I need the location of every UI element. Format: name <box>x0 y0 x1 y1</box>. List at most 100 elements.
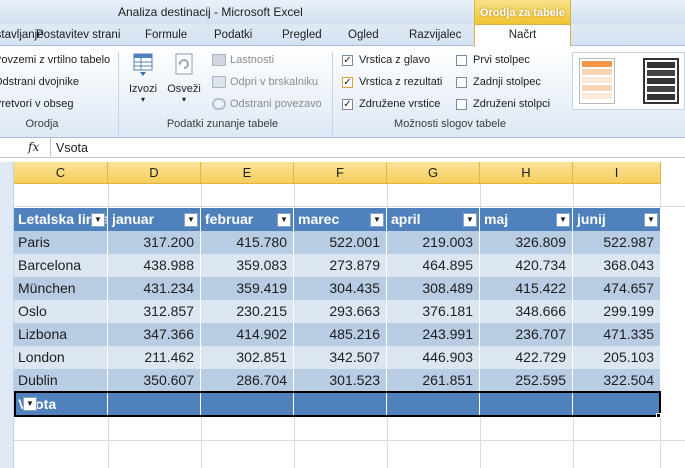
fill-handle[interactable] <box>656 413 661 418</box>
total-cell[interactable] <box>573 391 661 417</box>
table-cell[interactable]: 348.666 <box>480 300 573 323</box>
table-cell[interactable]: 474.657 <box>573 277 661 300</box>
formula-input[interactable]: Vsota <box>56 141 88 155</box>
header-row-checkbox[interactable]: ✓ Vrstica z glavo <box>342 54 430 66</box>
row-label-cell[interactable]: Barcelona <box>14 254 108 277</box>
summarize-pivot-button[interactable]: Povzemi z vrtilno tabelo <box>0 54 110 66</box>
table-cell[interactable]: 422.729 <box>480 346 573 369</box>
table-cell[interactable]: 219.003 <box>387 231 480 254</box>
function-icon[interactable]: fx <box>28 140 39 154</box>
first-column-checkbox[interactable]: Prvi stolpec <box>456 54 530 66</box>
row-label-cell[interactable]: München <box>14 277 108 300</box>
tab-ogled[interactable]: Ogled <box>348 29 379 41</box>
row-label-cell[interactable]: Lizbona <box>14 323 108 346</box>
table-style-orange[interactable] <box>579 58 615 104</box>
total-cell[interactable] <box>201 391 294 417</box>
table-cell[interactable]: 350.607 <box>108 369 201 392</box>
table-cell[interactable]: 420.734 <box>480 254 573 277</box>
table-cell[interactable]: 342.507 <box>294 346 387 369</box>
table-cell[interactable]: 359.083 <box>201 254 294 277</box>
table-cell[interactable]: 252.595 <box>480 369 573 392</box>
table-cell[interactable]: 414.902 <box>201 323 294 346</box>
filter-dropdown-icon[interactable]: ▼ <box>556 213 570 227</box>
table-cell[interactable]: 301.523 <box>294 369 387 392</box>
table-header-cell[interactable]: januar ▼ <box>108 208 201 231</box>
filter-dropdown-icon[interactable]: ▼ <box>463 213 477 227</box>
table-cell[interactable]: 464.895 <box>387 254 480 277</box>
tab-razvijalec[interactable]: Razvijalec <box>409 29 461 41</box>
table-cell[interactable]: 261.851 <box>387 369 480 392</box>
filter-dropdown-icon[interactable]: ▼ <box>644 213 658 227</box>
table-cell[interactable]: 368.043 <box>573 254 661 277</box>
tab-postavitev-strani[interactable]: Postavitev strani <box>36 29 120 41</box>
column-header-d[interactable]: D <box>108 162 201 184</box>
convert-range-button[interactable]: Pretvori v obseg <box>0 98 73 110</box>
total-cell[interactable] <box>480 391 573 417</box>
table-cell[interactable]: 236.707 <box>480 323 573 346</box>
unlink-button[interactable]: Odstrani povezavo <box>212 98 322 110</box>
total-cell[interactable] <box>387 391 480 417</box>
open-browser-button[interactable]: Odpri v brskalniku <box>212 76 318 88</box>
table-header-cell[interactable]: junij ▼ <box>573 208 661 231</box>
table-cell[interactable]: 302.851 <box>201 346 294 369</box>
total-dropdown-icon[interactable]: ▼ <box>23 397 37 411</box>
column-header-e[interactable]: E <box>201 162 294 184</box>
table-cell[interactable]: 286.704 <box>201 369 294 392</box>
table-cell[interactable]: 230.215 <box>201 300 294 323</box>
filter-dropdown-icon[interactable]: ▼ <box>277 213 291 227</box>
table-cell[interactable]: 359.419 <box>201 277 294 300</box>
table-cell[interactable]: 376.181 <box>387 300 480 323</box>
filter-dropdown-icon[interactable]: ▼ <box>184 213 198 227</box>
table-cell[interactable]: 431.234 <box>108 277 201 300</box>
table-cell[interactable]: 273.879 <box>294 254 387 277</box>
column-header-i[interactable]: I <box>573 162 661 184</box>
properties-button[interactable]: Lastnosti <box>212 54 274 66</box>
total-cell[interactable] <box>294 391 387 417</box>
column-header-g[interactable]: G <box>387 162 480 184</box>
table-cell[interactable]: 293.663 <box>294 300 387 323</box>
row-label-cell[interactable]: Dublin <box>14 369 108 392</box>
table-cell[interactable]: 205.103 <box>573 346 661 369</box>
table-header-cell[interactable]: februar ▼ <box>201 208 294 231</box>
row-label-cell[interactable]: Paris <box>14 231 108 254</box>
table-cell[interactable]: 308.489 <box>387 277 480 300</box>
column-header-f[interactable]: F <box>294 162 387 184</box>
row-label-cell[interactable]: Oslo <box>14 300 108 323</box>
filter-dropdown-icon[interactable]: ▼ <box>370 213 384 227</box>
total-cell[interactable] <box>108 391 201 417</box>
table-cell[interactable]: 299.199 <box>573 300 661 323</box>
table-cell[interactable]: 211.462 <box>108 346 201 369</box>
tab-podatki[interactable]: Podatki <box>214 29 252 41</box>
table-cell[interactable]: 522.987 <box>573 231 661 254</box>
tab-pregled[interactable]: Pregled <box>282 29 322 41</box>
remove-duplicates-button[interactable]: Odstrani dvojnike <box>0 76 79 88</box>
table-cell[interactable]: 522.001 <box>294 231 387 254</box>
table-cell[interactable]: 438.988 <box>108 254 201 277</box>
table-style-black[interactable] <box>643 58 679 104</box>
table-cell[interactable]: 312.857 <box>108 300 201 323</box>
table-header-cell[interactable]: maj ▼ <box>480 208 573 231</box>
table-cell[interactable]: 446.903 <box>387 346 480 369</box>
table-cell[interactable]: 304.435 <box>294 277 387 300</box>
export-button[interactable]: Izvozi ▾ <box>126 52 160 104</box>
column-header-h[interactable]: H <box>480 162 573 184</box>
row-label-cell[interactable]: London <box>14 346 108 369</box>
filter-dropdown-icon[interactable]: ▼ <box>91 213 105 227</box>
total-row-checkbox[interactable]: ✓ Vrstica z rezultati <box>342 76 442 88</box>
table-cell[interactable]: 322.504 <box>573 369 661 392</box>
total-label-cell[interactable]: Vsota ▼ <box>14 391 108 417</box>
table-cell[interactable]: 471.335 <box>573 323 661 346</box>
table-cell[interactable]: 415.780 <box>201 231 294 254</box>
table-cell[interactable]: 485.216 <box>294 323 387 346</box>
banded-columns-checkbox[interactable]: Združeni stolpci <box>456 98 550 110</box>
column-header-c[interactable]: C <box>14 162 108 184</box>
table-cell[interactable]: 326.809 <box>480 231 573 254</box>
table-header-cell[interactable]: april ▼ <box>387 208 480 231</box>
table-header-cell[interactable]: Letalska linija ▼ <box>14 208 108 231</box>
tab-nacrt[interactable]: Načrt <box>474 24 571 47</box>
last-column-checkbox[interactable]: Zadnji stolpec <box>456 76 541 88</box>
table-cell[interactable]: 317.200 <box>108 231 201 254</box>
table-header-cell[interactable]: marec ▼ <box>294 208 387 231</box>
table-cell[interactable]: 243.991 <box>387 323 480 346</box>
tab-formule[interactable]: Formule <box>145 29 187 41</box>
